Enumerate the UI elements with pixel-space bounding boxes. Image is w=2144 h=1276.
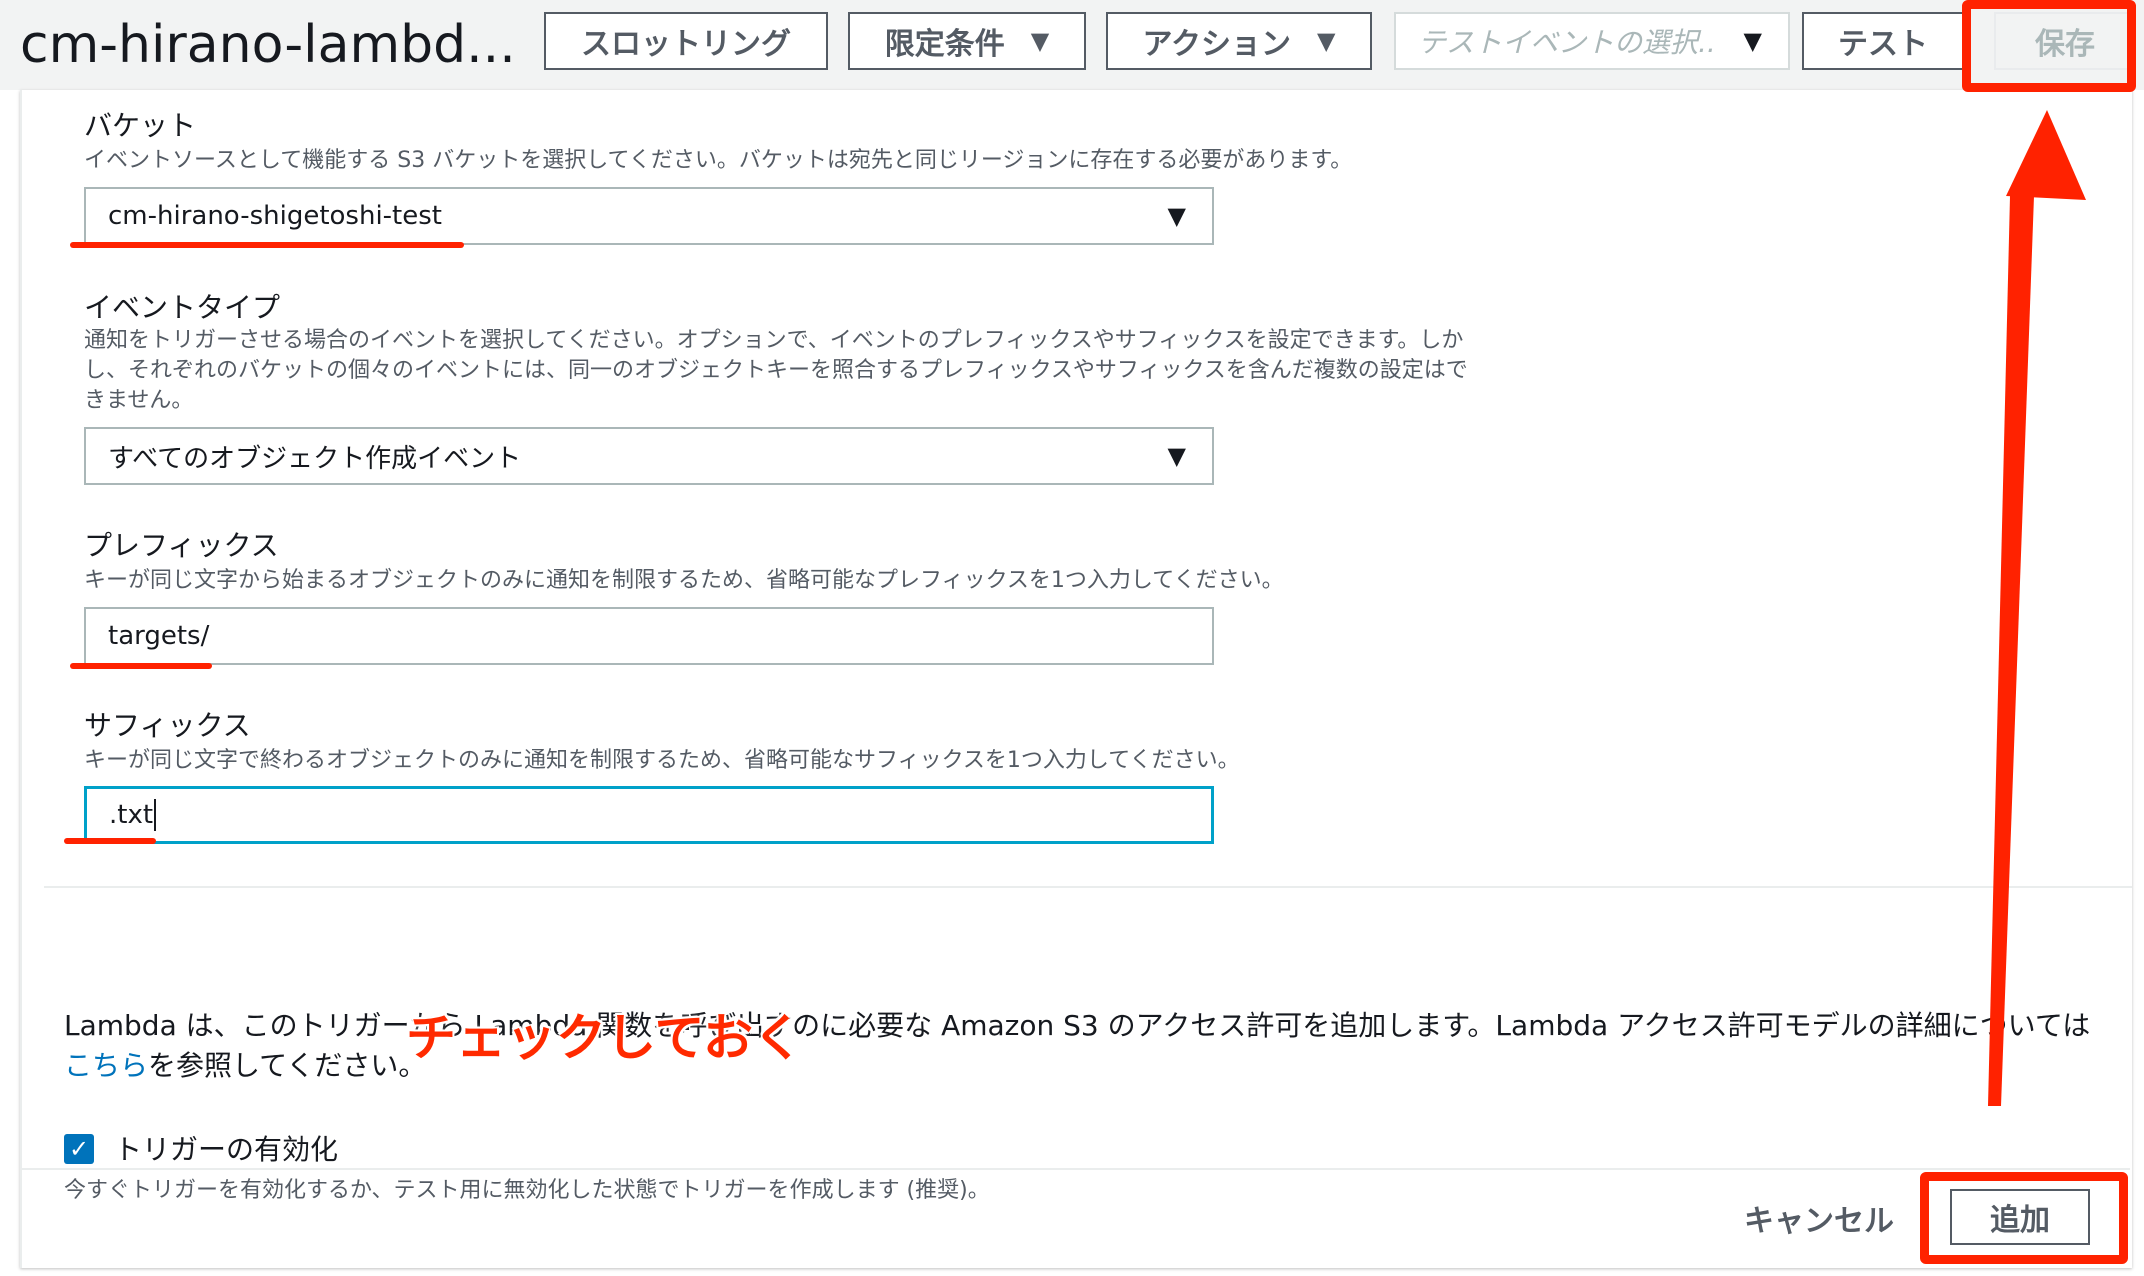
annotation-arrow [1988,110,2086,1106]
